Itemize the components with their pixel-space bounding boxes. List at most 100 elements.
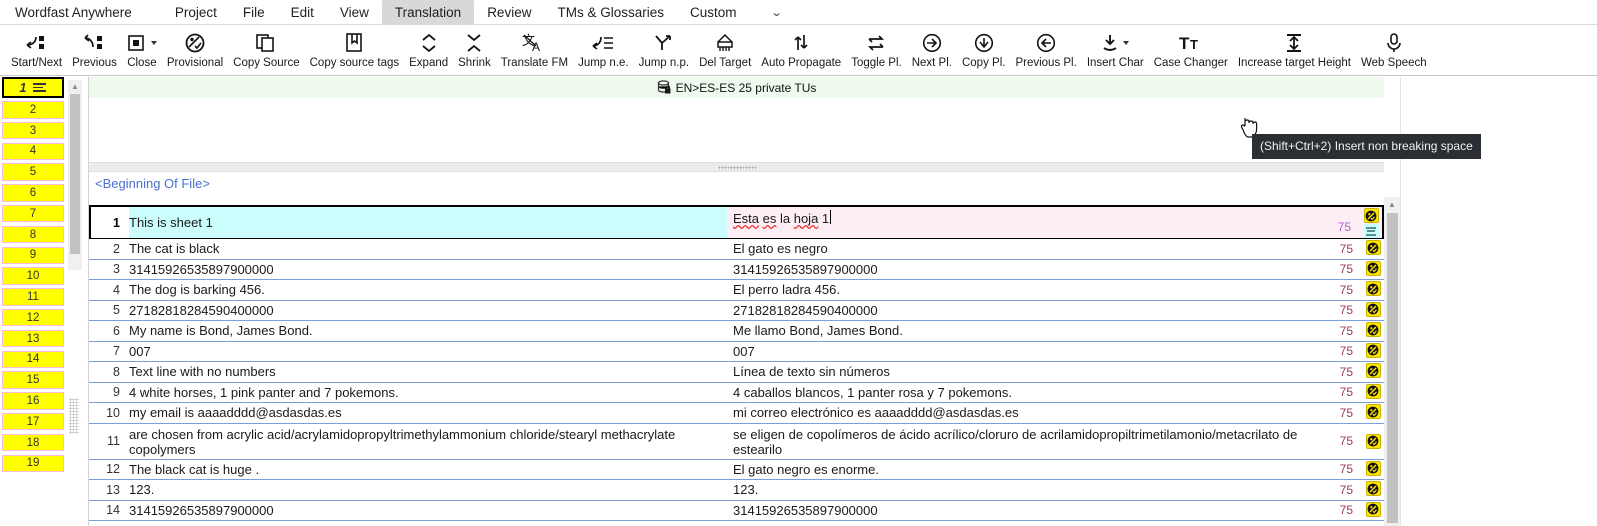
previous-button[interactable]: Previous bbox=[67, 27, 122, 70]
menu-item-view[interactable]: View bbox=[327, 0, 382, 25]
segment-source[interactable]: 4 white horses, 1 pink panter and 7 poke… bbox=[129, 383, 727, 403]
segment-target[interactable]: 4 caballos blancos, 1 panter rosa y 7 po… bbox=[727, 383, 1308, 403]
segment-row[interactable]: 12 The black cat is huge . El gato negro… bbox=[89, 459, 1384, 480]
provisional-button[interactable]: Provisional bbox=[162, 27, 228, 70]
segment-target[interactable]: 007 bbox=[727, 342, 1308, 362]
segment-source[interactable]: are chosen from acrylic acid/acrylamidop… bbox=[129, 424, 727, 459]
status-icon[interactable] bbox=[1365, 481, 1381, 496]
tm-results-pane[interactable] bbox=[89, 99, 1384, 162]
case-changer-button[interactable]: TT Case Changer bbox=[1149, 27, 1233, 70]
menu-item-translation[interactable]: Translation bbox=[381, 0, 475, 25]
row-chip-10[interactable]: 10 bbox=[2, 267, 64, 285]
scrollbar-thumb[interactable] bbox=[1387, 213, 1398, 523]
grid-scrollbar[interactable]: ▲ bbox=[1384, 197, 1400, 526]
segment-source[interactable]: my email is aaaadddd@asdasdas.es bbox=[129, 403, 727, 423]
jump-next-provisional-button[interactable]: Jump n.p. bbox=[634, 27, 695, 70]
segment-row[interactable]: 13 123. 123. 75 bbox=[89, 480, 1384, 501]
menu-item-review[interactable]: Review bbox=[474, 0, 544, 25]
row-chip-16[interactable]: 16 bbox=[2, 392, 64, 410]
status-icon[interactable] bbox=[1365, 433, 1381, 449]
row-chip-8[interactable]: 8 bbox=[2, 225, 64, 244]
segment-source[interactable]: The cat is black bbox=[129, 239, 727, 259]
menu-item-project[interactable]: Project bbox=[162, 0, 230, 25]
segment-target-editor[interactable]: Esta es la hoja 1 bbox=[727, 207, 1306, 238]
segment-target[interactable]: Línea de texto sin números bbox=[727, 362, 1308, 382]
status-icon[interactable] bbox=[1365, 260, 1381, 276]
row-chip-4[interactable]: 4 bbox=[2, 142, 64, 161]
segment-source[interactable]: 007 bbox=[129, 342, 727, 362]
menu-item-edit[interactable]: Edit bbox=[278, 0, 327, 25]
segment-target[interactable]: 31415926535897900000 bbox=[727, 260, 1308, 280]
status-icon[interactable] bbox=[1365, 281, 1381, 296]
row-chip-11[interactable]: 11 bbox=[2, 288, 64, 306]
segment-source[interactable]: 27182818284590400000 bbox=[129, 301, 727, 321]
splitter-grip[interactable] bbox=[717, 166, 756, 170]
row-chip-3[interactable]: 3 bbox=[2, 121, 64, 140]
status-icon[interactable] bbox=[1365, 363, 1381, 378]
row-chip-12[interactable]: 12 bbox=[2, 308, 64, 327]
segment-source[interactable]: The dog is barking 456. bbox=[129, 280, 727, 300]
row-chip-14[interactable]: 14 bbox=[2, 350, 64, 369]
segment-row[interactable]: 11 are chosen from acrylic acid/acrylami… bbox=[89, 423, 1384, 460]
segment-source[interactable]: 123. bbox=[129, 480, 727, 500]
web-speech-button[interactable]: Web Speech bbox=[1356, 27, 1432, 70]
segment-row[interactable]: 9 4 white horses, 1 pink panter and 7 po… bbox=[89, 382, 1384, 403]
menu-item-custom[interactable]: Custom bbox=[677, 0, 750, 25]
row-chip-17[interactable]: 17 bbox=[2, 412, 64, 431]
segment-row[interactable]: 7 007 007 75 bbox=[89, 341, 1384, 362]
status-icon[interactable] bbox=[1363, 208, 1379, 223]
segment-row[interactable]: 4 The dog is barking 456. El perro ladra… bbox=[89, 280, 1384, 301]
expand-button[interactable]: Expand bbox=[404, 27, 453, 70]
row-chip-19[interactable]: 19 bbox=[2, 454, 64, 473]
status-icon[interactable] bbox=[1365, 322, 1381, 337]
segment-source[interactable]: This is sheet 1 bbox=[129, 207, 727, 238]
row-strip-scrollbar[interactable]: ▲ bbox=[68, 80, 82, 270]
status-icon[interactable] bbox=[1365, 404, 1381, 419]
segment-target[interactable]: Me llamo Bond, James Bond. bbox=[727, 321, 1308, 341]
segment-row[interactable]: 14 31415926535897900000 3141592653589790… bbox=[89, 500, 1384, 521]
scroll-up-arrow-icon[interactable]: ▲ bbox=[1384, 197, 1400, 211]
segment-target[interactable]: El gato negro es enorme. bbox=[727, 460, 1308, 480]
segment-target[interactable]: 27182818284590400000 bbox=[727, 301, 1308, 321]
segment-row[interactable]: 8 Text line with no numbers Línea de tex… bbox=[89, 362, 1384, 383]
segment-target[interactable]: El gato es negro bbox=[727, 239, 1308, 259]
start-next-button[interactable]: Start/Next bbox=[6, 27, 67, 70]
toggle-placeable-button[interactable]: Toggle Pl. bbox=[846, 27, 907, 70]
auto-propagate-button[interactable]: Auto Propagate bbox=[756, 27, 846, 70]
insert-char-button[interactable]: Insert Char bbox=[1082, 27, 1149, 70]
segment-row[interactable]: 6 My name is Bond, James Bond. Me llamo … bbox=[89, 321, 1384, 342]
chevron-down-icon[interactable]: ⌄ bbox=[770, 6, 783, 19]
copy-placeable-button[interactable]: Copy Pl. bbox=[957, 27, 1010, 70]
menu-item-tms-glossaries[interactable]: TMs & Glossaries bbox=[544, 0, 677, 25]
shrink-button[interactable]: Shrink bbox=[453, 27, 496, 70]
segment-target[interactable]: se eligen de copolímeros de ácido acríli… bbox=[727, 424, 1308, 459]
increase-target-height-button[interactable]: Increase target Height bbox=[1233, 27, 1356, 70]
segment-row[interactable]: 5 27182818284590400000 27182818284590400… bbox=[89, 300, 1384, 321]
status-icon[interactable] bbox=[1365, 301, 1381, 317]
status-icon[interactable] bbox=[1365, 501, 1381, 517]
row-chip-5[interactable]: 5 bbox=[2, 163, 64, 181]
segment-target[interactable]: 123. bbox=[727, 480, 1308, 500]
segment-source[interactable]: 31415926535897900000 bbox=[129, 260, 727, 280]
segment-target[interactable]: El perro ladra 456. bbox=[727, 280, 1308, 300]
delete-target-button[interactable]: Del Target bbox=[694, 27, 756, 70]
menu-item-file[interactable]: File bbox=[230, 0, 278, 25]
row-chip-7[interactable]: 7 bbox=[2, 204, 64, 223]
lines-icon[interactable] bbox=[1363, 224, 1379, 238]
status-icon[interactable] bbox=[1365, 240, 1381, 255]
chevron-down-icon[interactable] bbox=[150, 40, 157, 45]
segment-row[interactable]: 2 The cat is black El gato es negro 75 bbox=[89, 239, 1384, 260]
segment-source[interactable]: Text line with no numbers bbox=[129, 362, 727, 382]
previous-placeable-button[interactable]: Previous Pl. bbox=[1010, 27, 1081, 70]
copy-source-button[interactable]: Copy Source bbox=[228, 27, 304, 70]
row-chip-9[interactable]: 9 bbox=[2, 246, 64, 265]
panel-resize-grip[interactable] bbox=[69, 398, 79, 434]
segment-target[interactable]: 31415926535897900000 bbox=[727, 501, 1308, 521]
segment-row-active[interactable]: 1 This is sheet 1 Esta es la hoja 1 75 bbox=[89, 205, 1384, 240]
segment-target[interactable]: mi correo electrónico es aaaadddd@asdasd… bbox=[727, 403, 1308, 423]
segment-source[interactable]: The black cat is huge . bbox=[129, 460, 727, 480]
copy-source-tags-button[interactable]: Copy source tags bbox=[305, 27, 405, 70]
segment-source[interactable]: My name is Bond, James Bond. bbox=[129, 321, 727, 341]
row-chip-6[interactable]: 6 bbox=[2, 184, 64, 202]
status-icon[interactable] bbox=[1365, 342, 1381, 358]
